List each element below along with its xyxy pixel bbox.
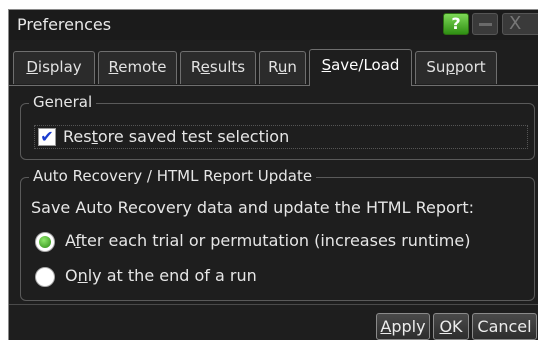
tab-run[interactable]: Run <box>259 51 306 84</box>
tab-label-mnemonic: R <box>108 58 119 76</box>
minimize-icon <box>479 23 492 26</box>
after-each-trial-label[interactable]: After each trial or permutation (increas… <box>65 231 470 250</box>
tab-label: isplay <box>37 58 82 76</box>
tab-divider <box>9 85 538 86</box>
label-part: A <box>65 231 76 250</box>
tab-save-load[interactable]: Save/Load <box>309 49 412 86</box>
tab-label-mnemonic: u <box>277 58 288 76</box>
tab-label: port <box>454 58 486 76</box>
tab-label: sults <box>209 58 246 76</box>
tab-label: ave/Load <box>331 56 400 74</box>
auto-recovery-description: Save Auto Recovery data and update the H… <box>31 198 475 217</box>
general-legend: General <box>29 93 97 111</box>
tab-support[interactable]: Support <box>415 51 497 84</box>
tab-label-mnemonic: p <box>445 58 455 76</box>
general-group: General ✔ Restore saved test selection <box>20 93 535 160</box>
preferences-window: Preferences ? X Display Remote Results R… <box>8 9 538 340</box>
tab-label-mnemonic: D <box>26 58 38 76</box>
after-each-trial-radio[interactable] <box>35 232 55 252</box>
tab-strip: Display Remote Results Run Save/Load Sup… <box>9 49 538 86</box>
ok-button-label: OK <box>439 317 463 336</box>
cancel-button[interactable]: Cancel <box>472 313 537 340</box>
tab-label: R <box>268 58 278 76</box>
auto-recovery-group: Auto Recovery / HTML Report Update Save … <box>20 167 535 301</box>
help-button[interactable]: ? <box>443 13 469 35</box>
label-part: O <box>65 266 78 285</box>
tab-label: R <box>190 58 201 76</box>
tab-label: Su <box>426 58 446 76</box>
button-separator <box>9 304 538 305</box>
tab-results[interactable]: Results <box>180 51 256 84</box>
label-part: ore saved test selection <box>97 127 290 146</box>
window-title: Preferences <box>17 15 112 34</box>
label-part: Res <box>63 127 92 146</box>
ok-button[interactable]: OK <box>433 313 469 340</box>
close-button[interactable]: X <box>502 13 538 35</box>
only-at-end-radio[interactable] <box>35 267 55 287</box>
apply-button-label: Apply <box>380 317 426 336</box>
radio-selected-dot <box>39 236 51 248</box>
tab-display[interactable]: Display <box>13 51 95 84</box>
tab-label-mnemonic: S <box>321 56 332 74</box>
restore-selection-checkbox[interactable]: ✔ <box>38 128 56 146</box>
tab-remote[interactable]: Remote <box>98 51 177 84</box>
label-part: ter each trial or permutation (increases… <box>80 231 471 250</box>
tab-label: emote <box>118 58 167 76</box>
auto-recovery-legend: Auto Recovery / HTML Report Update <box>29 167 317 185</box>
restore-selection-label[interactable]: Restore saved test selection <box>63 127 289 146</box>
label-mnemonic: n <box>77 266 88 285</box>
tab-label-mnemonic: e <box>200 58 210 76</box>
minimize-button[interactable] <box>472 13 498 35</box>
apply-button[interactable]: Apply <box>376 313 430 340</box>
restore-selection-row[interactable]: ✔ Restore saved test selection <box>34 125 528 149</box>
only-at-end-label[interactable]: Only at the end of a run <box>65 266 257 285</box>
tab-label: n <box>287 58 297 76</box>
title-bar[interactable]: Preferences ? X <box>9 10 538 40</box>
label-part: ly at the end of a run <box>87 266 257 285</box>
